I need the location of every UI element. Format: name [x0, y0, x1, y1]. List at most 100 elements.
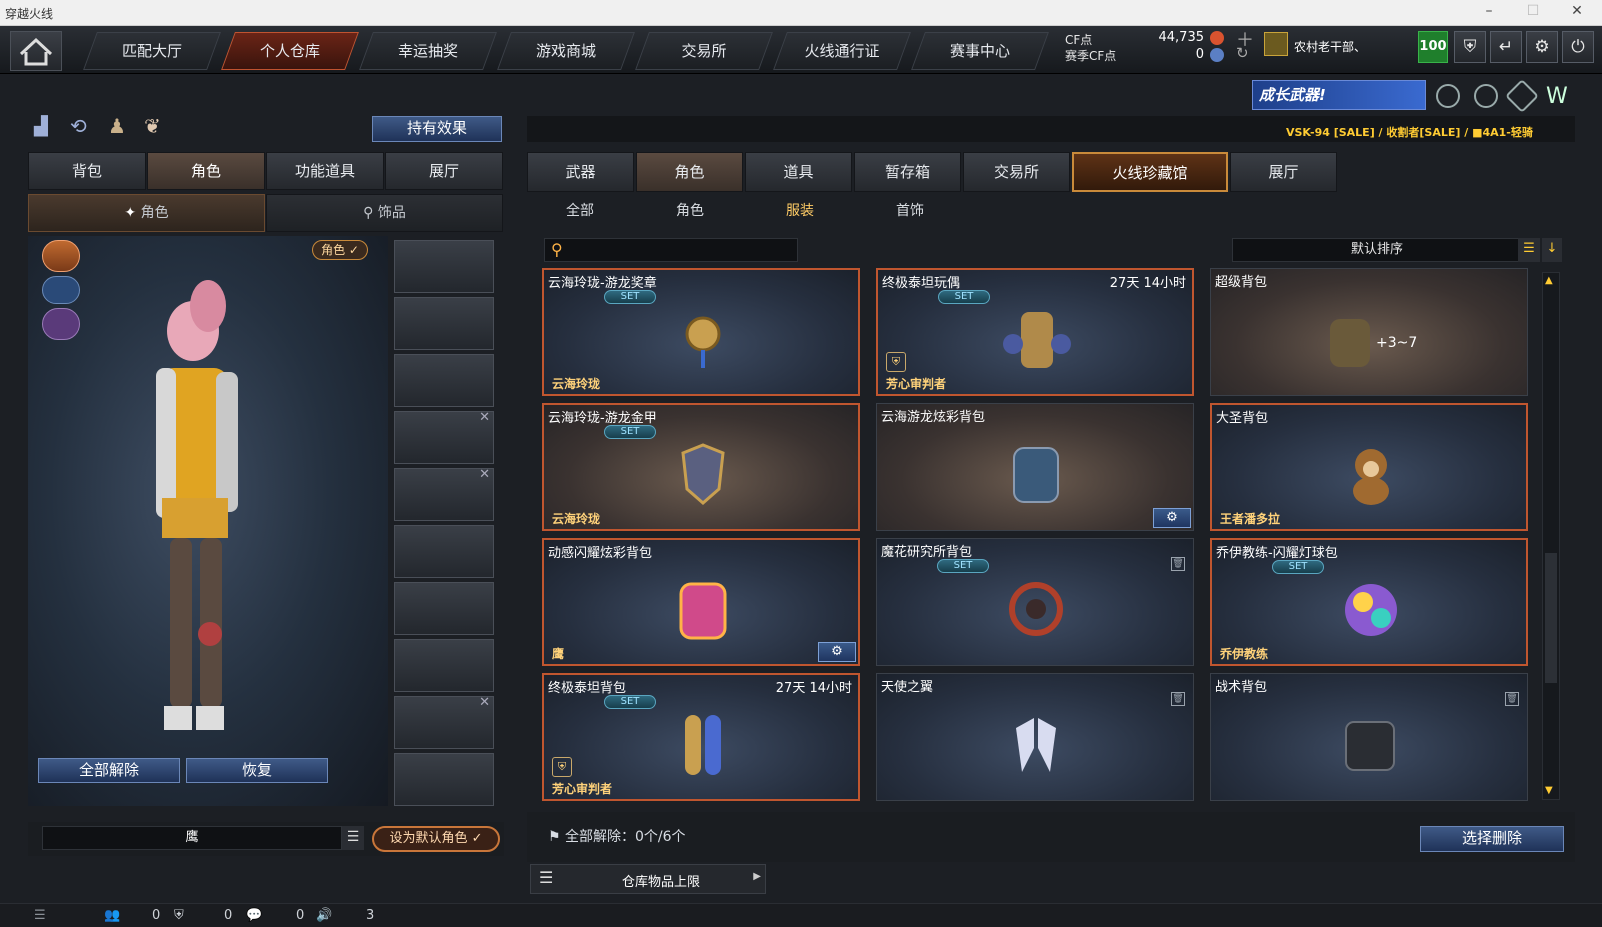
badge-v-icon[interactable]	[1436, 84, 1460, 108]
nav-tab-1[interactable]: 个人仓库	[221, 32, 359, 70]
close-button[interactable]: ✕	[1562, 3, 1592, 23]
right-tab-3[interactable]: 暂存箱	[854, 152, 961, 192]
item-card[interactable]: 魔花研究所背包 SET 🗑	[876, 538, 1194, 666]
restore-button[interactable]: 恢复	[186, 758, 328, 783]
radio-slot[interactable]: ✕	[394, 410, 494, 464]
item-card[interactable]: 终极泰坦背包 27天 14小时 SET 芳心审判者 ⛨	[542, 673, 860, 801]
clan-icon[interactable]: ⛨	[174, 908, 184, 923]
home-button[interactable]	[10, 31, 62, 71]
refresh-icon[interactable]: ↻	[1236, 44, 1249, 62]
power-button[interactable]: ⏻	[1562, 31, 1594, 63]
chat-icon[interactable]: 💬	[246, 908, 262, 923]
scroll-thumb[interactable]	[1545, 553, 1557, 683]
gear-icon[interactable]: ⚙	[1153, 508, 1191, 528]
nav-tab-6[interactable]: 赛事中心	[911, 32, 1049, 70]
trash-icon[interactable]: 🗑	[1505, 692, 1519, 706]
nav-tab-0[interactable]: 匹配大厅	[83, 32, 221, 70]
left-tab-3[interactable]: 展厅	[385, 152, 503, 190]
left-tab-2[interactable]: 功能道具	[266, 152, 384, 190]
minimize-button[interactable]: –	[1474, 3, 1504, 23]
item-card[interactable]: 云海玲珑-游龙奖章 SET 云海玲珑	[542, 268, 860, 396]
sort-dropdown[interactable]: 默认排序	[1232, 238, 1522, 262]
item-card[interactable]: 云海玲珑-游龙金甲 SET 云海玲珑	[542, 403, 860, 531]
left-tab-1[interactable]: 角色	[147, 152, 265, 190]
scroll-up-icon[interactable]: ▲	[1545, 275, 1557, 287]
switch-button[interactable]: ↵	[1490, 31, 1522, 63]
search-box[interactable]: ⚲	[544, 238, 798, 262]
character-name-field[interactable]: 鹰	[42, 826, 342, 850]
right-tab-0[interactable]: 武器	[527, 152, 634, 192]
faction-icon-2[interactable]	[42, 276, 80, 304]
item-card[interactable]: 战术背包 🗑	[1210, 673, 1528, 801]
helmet-slot[interactable]	[394, 297, 494, 350]
right-tab-1[interactable]: 角色	[636, 152, 743, 192]
item-card[interactable]: 大圣背包 王者潘多拉	[1210, 403, 1528, 531]
bracelet-slot[interactable]	[394, 753, 494, 806]
unequip-all-button[interactable]: 全部解除	[38, 758, 180, 783]
filter-1[interactable]: 角色	[642, 200, 738, 222]
faction-icon-1[interactable]	[42, 240, 80, 272]
nav-tab-4[interactable]: 交易所	[635, 32, 773, 70]
weapon-slot[interactable]	[394, 240, 494, 293]
trash-icon[interactable]: 🗑	[1171, 557, 1185, 571]
faction-icon-3[interactable]	[42, 308, 80, 340]
globe-icon[interactable]	[1474, 84, 1498, 108]
held-effects-button[interactable]: 持有效果	[372, 116, 502, 142]
item-scrollbar[interactable]: ▲ ▼	[1542, 272, 1560, 800]
right-tab-6[interactable]: 展厅	[1230, 152, 1337, 192]
right-tab-4[interactable]: 交易所	[963, 152, 1070, 192]
left-tab-0[interactable]: 背包	[28, 152, 146, 190]
item-card[interactable]: 天使之翼 🗑	[876, 673, 1194, 801]
vest-slot[interactable]	[394, 525, 494, 578]
right-tab-2[interactable]: 道具	[745, 152, 852, 192]
stats-icon[interactable]: ▟	[34, 116, 48, 137]
select-delete-button[interactable]: 选择删除	[1420, 826, 1564, 852]
nav-tab-3[interactable]: 游戏商城	[497, 32, 635, 70]
gear-icon[interactable]: ⚙	[818, 642, 856, 662]
capacity-bar[interactable]: ☰ 仓库物品上限 ▶	[530, 864, 766, 894]
list-menu-icon[interactable]: ☰	[342, 826, 364, 850]
subtab-character[interactable]: ✦ 角色	[28, 194, 265, 232]
filter-3[interactable]: 首饰	[862, 200, 958, 222]
item-bind-character: 乔伊教练	[1220, 647, 1269, 661]
history-icon[interactable]: ⟲	[70, 114, 87, 138]
nav-tab-5[interactable]: 火线通行证	[773, 32, 911, 70]
event-icon[interactable]	[1505, 79, 1539, 113]
user-name[interactable]: 农村老干部、	[1294, 38, 1366, 55]
maximize-button[interactable]: ☐	[1518, 3, 1548, 23]
nav-tab-2[interactable]: 幸运抽奖	[359, 32, 497, 70]
backpack-slot[interactable]: ✕	[394, 467, 494, 521]
filter-2[interactable]: 服装	[752, 200, 848, 222]
sort-menu-icon[interactable]: ☰	[1518, 238, 1540, 262]
character-action-icon[interactable]: ♟	[108, 114, 126, 138]
sort-direction-icon[interactable]: ↓	[1542, 238, 1562, 262]
right-tab-5[interactable]: 火线珍藏馆	[1072, 152, 1228, 192]
w-logo-icon[interactable]: W	[1546, 84, 1568, 109]
item-bag-icon[interactable]: ❦	[144, 114, 161, 138]
character-plus-icon: ✦	[124, 205, 141, 221]
filter-0[interactable]: 全部	[532, 200, 628, 222]
speaker-icon[interactable]: 🔊	[316, 908, 332, 923]
pants-slot[interactable]	[394, 582, 494, 635]
item-card[interactable]: 终极泰坦玩偶 27天 14小时 SET 芳心审判者 ⛨	[876, 268, 1194, 396]
ring-slot[interactable]: ✕	[394, 695, 494, 749]
set-default-character-button[interactable]: 设为默认角色 ✓	[372, 826, 500, 852]
item-card[interactable]: 云海游龙炫彩背包 ⚙	[876, 403, 1194, 531]
growth-weapon-banner[interactable]: 成长武器!	[1252, 80, 1426, 110]
menu-icon[interactable]: ☰	[34, 908, 46, 923]
shield-button[interactable]: ⛨	[1454, 31, 1486, 63]
trash-icon[interactable]: 🗑	[1171, 692, 1185, 706]
item-card[interactable]: 超级背包 +3~7	[1210, 268, 1528, 396]
settings-button[interactable]: ⚙	[1526, 31, 1558, 63]
friends-icon[interactable]: 👥	[104, 908, 120, 923]
scroll-down-icon[interactable]: ▼	[1545, 785, 1557, 797]
remove-icon[interactable]: ✕	[479, 467, 490, 482]
remove-icon[interactable]: ✕	[479, 410, 490, 425]
item-card[interactable]: 动感闪耀炫彩背包鹰 ⚙	[542, 538, 860, 666]
remove-icon[interactable]: ✕	[479, 695, 490, 710]
item-card[interactable]: 乔伊教练-闪耀灯球包 SET 乔伊教练	[1210, 538, 1528, 666]
subtab-accessory[interactable]: ⚲ 饰品	[266, 194, 503, 232]
goggles-slot[interactable]	[394, 354, 494, 407]
search-input[interactable]	[573, 241, 793, 259]
gloves-slot[interactable]	[394, 639, 494, 692]
